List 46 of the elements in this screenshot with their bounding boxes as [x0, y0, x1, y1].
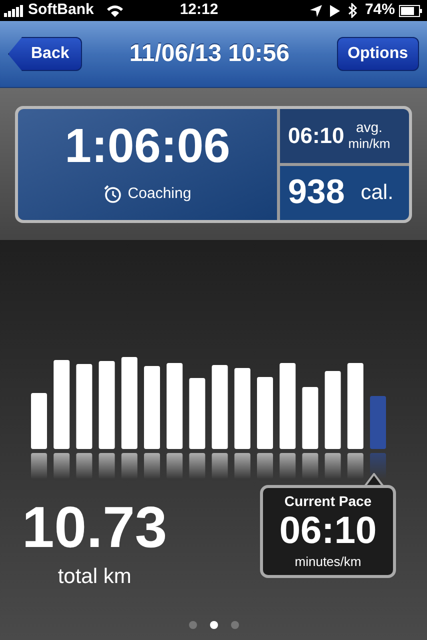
wifi-icon: [106, 4, 124, 17]
carrier-name: SoftBank: [28, 0, 94, 20]
bar-reflection: [31, 453, 47, 479]
pace-bar: [302, 387, 318, 449]
bar-reflection: [370, 453, 386, 479]
pace-bar: [257, 377, 273, 449]
bar-reflection: [76, 453, 92, 479]
location-arrow-icon: [310, 4, 322, 16]
battery-percent: 74%: [364, 0, 395, 20]
bar-reflection: [347, 453, 364, 479]
bar-reflection: [324, 453, 341, 479]
back-button[interactable]: Back: [8, 37, 82, 71]
average-label: avg.: [356, 118, 382, 136]
calories-unit: cal.: [360, 180, 394, 206]
clock: 12:12: [180, 0, 218, 20]
bar-reflection: [234, 453, 250, 479]
duration-value: 1:06:06: [64, 122, 230, 171]
current-pace-title: Current Pace: [284, 492, 372, 512]
bar-reflection: [121, 453, 138, 479]
average-pace-value: 06:10: [288, 122, 344, 150]
distance-unit: total km: [58, 564, 132, 590]
bar-reflection: [302, 453, 318, 479]
bar-reflection: [144, 453, 160, 479]
bar-reflection: [280, 453, 296, 479]
pace-bar: [370, 396, 386, 449]
distance-value: 10.73: [22, 499, 168, 557]
battery-icon: [399, 4, 423, 16]
alarm-clock-icon: [104, 185, 122, 203]
coaching-label: Coaching: [128, 184, 192, 204]
options-button[interactable]: Options: [336, 37, 419, 71]
bar-reflection: [98, 453, 115, 479]
current-pace-unit: minutes/km: [294, 553, 362, 572]
bluetooth-icon: [348, 3, 357, 18]
bar-reflection: [166, 453, 183, 479]
pace-bar: [31, 393, 47, 449]
calories-value: 938: [288, 172, 345, 213]
bar-reflection: [54, 453, 70, 479]
pace-bar: [189, 378, 206, 449]
play-icon: [330, 4, 340, 16]
bar-reflection: [257, 453, 273, 479]
current-pace-value: 06:10: [279, 512, 377, 550]
signal-icon: [4, 4, 24, 16]
average-pace-unit: min/km: [348, 136, 390, 152]
bar-reflection: [189, 453, 206, 479]
workout-date-title: 11/06/13 10:56: [129, 39, 290, 69]
bar-reflection: [212, 453, 228, 479]
